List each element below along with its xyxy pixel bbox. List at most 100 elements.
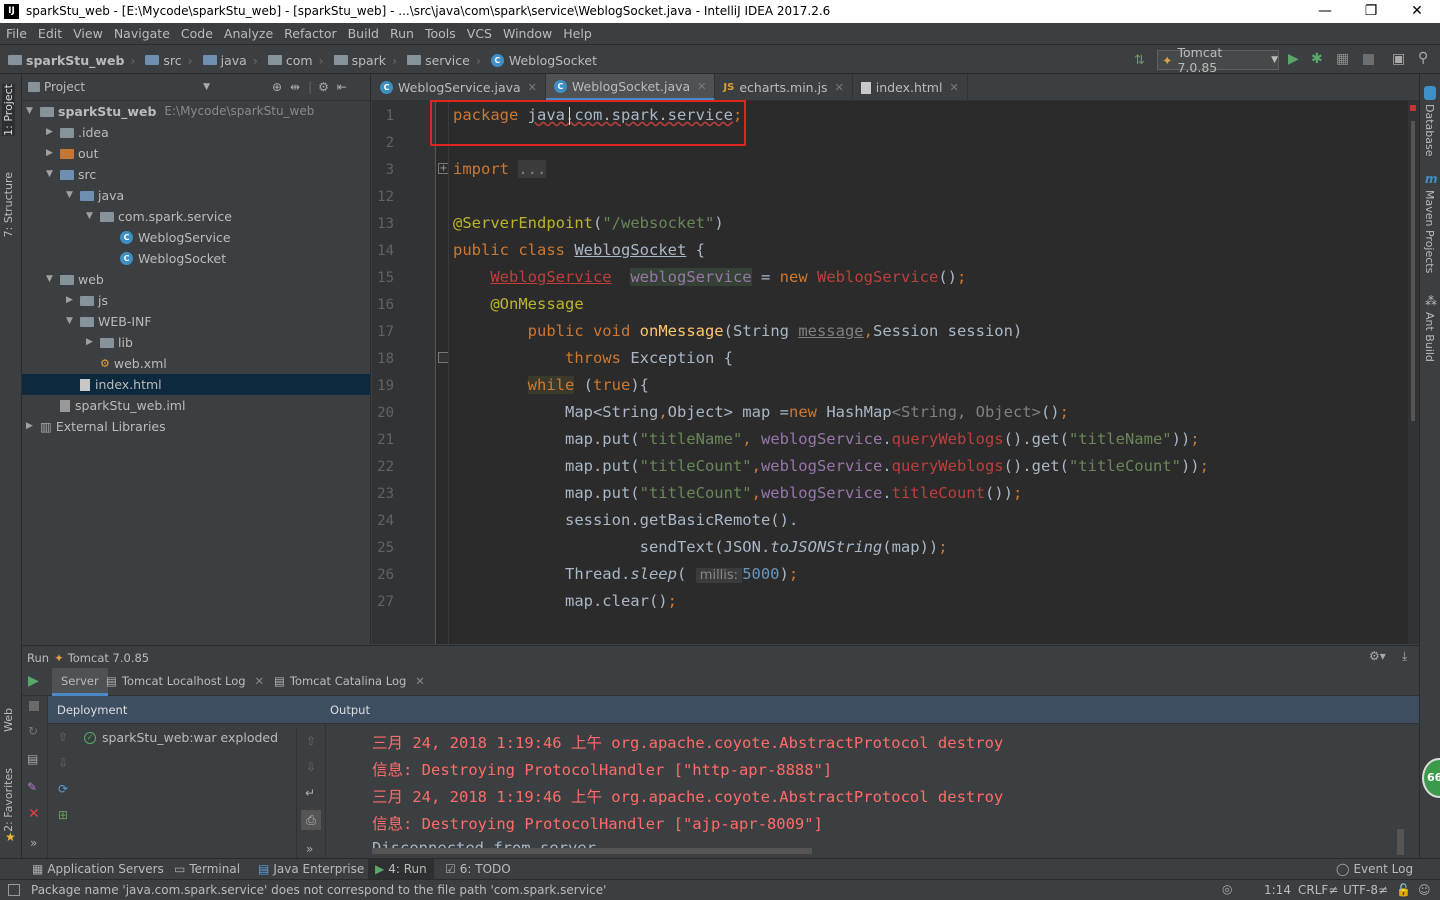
tree-item[interactable]: ▼ WEB-INF xyxy=(66,311,152,332)
breadcrumb-service[interactable]: service › xyxy=(403,46,487,74)
menu-analyze[interactable]: Analyze xyxy=(218,23,278,41)
expanded-arrow-icon[interactable]: ▼ xyxy=(46,269,60,290)
menu-run[interactable]: Run xyxy=(384,23,419,41)
deploy-all-icon[interactable]: ⊞ xyxy=(58,808,68,822)
menu-refactor[interactable]: Refactor xyxy=(278,23,341,41)
hide-panel-icon[interactable]: ⇤ xyxy=(337,80,347,94)
tree-item[interactable]: index.html xyxy=(22,374,370,395)
application-servers-tool[interactable]: ▦ Application Servers xyxy=(32,862,164,876)
project-structure-icon[interactable]: ▣ xyxy=(1392,51,1405,67)
breadcrumb-spark[interactable]: spark › xyxy=(330,46,404,74)
ant-build-tool-tab[interactable]: Ant Build xyxy=(1423,312,1436,362)
deploy-down-icon[interactable]: ⇩ xyxy=(58,756,68,770)
terminal-tool[interactable]: ▭ Terminal xyxy=(174,862,240,876)
scroll-down-icon[interactable]: ⇩ xyxy=(306,760,316,774)
menu-code[interactable]: Code xyxy=(175,23,218,41)
close-tab-icon[interactable]: ✕ xyxy=(949,81,958,94)
memory-badge[interactable]: 66 xyxy=(1422,758,1440,798)
java-enterprise-tool[interactable]: ▤ Java Enterprise xyxy=(258,862,364,876)
tree-item[interactable]: sparkStu_web.iml xyxy=(46,395,185,416)
redeploy-icon[interactable]: ⟳ xyxy=(58,782,68,796)
tab-weblogsocket[interactable]: C WeblogSocket.java ✕ xyxy=(545,74,716,101)
stop-icon[interactable] xyxy=(29,701,39,711)
tab-index-html[interactable]: index.html ✕ xyxy=(853,74,968,101)
expanded-arrow-icon[interactable]: ▼ xyxy=(26,101,40,122)
collapsed-arrow-icon[interactable]: ▶ xyxy=(46,122,60,143)
maven-tool-tab[interactable]: Maven Projects xyxy=(1423,190,1436,273)
maximize-button[interactable]: ❐ xyxy=(1348,1,1394,23)
menu-edit[interactable]: Edit xyxy=(32,23,67,41)
horizontal-scrollbar[interactable] xyxy=(372,848,812,854)
collapsed-arrow-icon[interactable]: ▶ xyxy=(86,332,100,353)
error-stripe[interactable] xyxy=(1408,101,1419,644)
gear-icon[interactable]: ⚙ xyxy=(318,80,329,94)
minimize-button[interactable]: — xyxy=(1302,1,1348,23)
layout-icon[interactable]: ▤ xyxy=(27,752,38,766)
project-tool-tab[interactable]: 1: Project xyxy=(2,84,15,136)
breadcrumb-com[interactable]: com › xyxy=(264,46,330,74)
tree-item[interactable]: ▼ web xyxy=(46,269,104,290)
lock-icon[interactable]: 🔓 xyxy=(1396,883,1411,897)
favorites-tool-tab[interactable]: 2: Favorites xyxy=(2,768,15,832)
tree-item[interactable]: ⚙ web.xml xyxy=(86,353,167,374)
tree-item[interactable]: ▶ js xyxy=(66,290,108,311)
event-log-tool[interactable]: ◯ Event Log xyxy=(1336,862,1413,876)
debug-config-icon[interactable]: ✎ xyxy=(27,780,37,794)
close-tab-icon[interactable]: ✕ xyxy=(697,80,706,93)
breadcrumb-project[interactable]: sparkStu_web › xyxy=(4,46,141,74)
close-tab-icon[interactable]: ✕ xyxy=(528,81,537,94)
tree-item[interactable]: ▼ src xyxy=(46,164,96,185)
print-icon[interactable]: ⎙ xyxy=(301,810,321,830)
collapsed-arrow-icon[interactable]: ▶ xyxy=(46,143,60,164)
breadcrumb-java[interactable]: java › xyxy=(199,46,264,74)
coverage-icon[interactable]: ▦ xyxy=(1336,51,1349,67)
tree-item[interactable]: ▼ sparkStu_web E:\Mycode\sparkStu_web xyxy=(26,101,314,122)
line-separator[interactable]: CRLF≠ xyxy=(1298,883,1338,897)
vcs-icon[interactable]: ⇅ xyxy=(1134,53,1145,68)
tree-item[interactable]: ▼ com.spark.service xyxy=(86,206,232,227)
menu-window[interactable]: Window xyxy=(497,23,557,41)
tab-echarts[interactable]: JS echarts.min.js ✕ xyxy=(715,74,853,101)
tree-item[interactable]: C WeblogService xyxy=(106,227,231,248)
expanded-arrow-icon[interactable]: ▼ xyxy=(46,164,60,185)
menu-vcs[interactable]: VCS xyxy=(461,23,497,41)
tree-item[interactable]: C WeblogSocket xyxy=(106,248,226,269)
project-panel-title[interactable]: Project xyxy=(44,80,85,94)
run-icon[interactable]: ▶ xyxy=(1288,51,1299,67)
breadcrumb-src[interactable]: src › xyxy=(141,46,198,74)
expanded-arrow-icon[interactable]: ▼ xyxy=(86,206,100,227)
todo-tool[interactable]: ☑ 6: TODO xyxy=(445,862,511,876)
close-run-icon[interactable]: ✕ xyxy=(28,806,40,822)
menu-view[interactable]: View xyxy=(67,23,108,41)
deployment-item[interactable]: ✓ sparkStu_web:war exploded xyxy=(84,730,278,745)
web-tool-tab[interactable]: Web xyxy=(2,708,15,732)
more-icon[interactable]: » xyxy=(306,842,313,856)
menu-help[interactable]: Help xyxy=(557,23,597,41)
gear-icon[interactable]: ⚙▾ xyxy=(1369,649,1386,663)
menu-build[interactable]: Build xyxy=(342,23,384,41)
menu-navigate[interactable]: Navigate xyxy=(108,23,175,41)
scrollbar-thumb[interactable] xyxy=(1411,121,1415,421)
debug-icon[interactable]: ✱ xyxy=(1311,51,1323,67)
tool-windows-icon[interactable] xyxy=(8,884,20,896)
hector-icon[interactable]: ☺ xyxy=(1418,883,1431,897)
inspection-icon[interactable]: ◎ xyxy=(1222,882,1232,896)
close-button[interactable]: ✕ xyxy=(1394,1,1440,23)
breadcrumb-weblogsocket[interactable]: C WeblogSocket xyxy=(487,46,603,74)
soft-wrap-icon[interactable]: ↵ xyxy=(305,786,315,800)
collapse-all-icon[interactable]: ⇹ xyxy=(290,80,300,94)
tab-weblogservice[interactable]: C WeblogService.java ✕ xyxy=(372,74,546,101)
collapsed-arrow-icon[interactable]: ▶ xyxy=(26,416,40,437)
collapsed-arrow-icon[interactable]: ▶ xyxy=(66,290,80,311)
tab-server[interactable]: Server xyxy=(52,668,108,696)
close-tab-icon[interactable]: ✕ xyxy=(835,81,844,94)
expanded-arrow-icon[interactable]: ▼ xyxy=(66,311,80,332)
locate-icon[interactable]: ⊕ xyxy=(272,80,282,94)
deploy-up-icon[interactable]: ⇧ xyxy=(58,730,68,744)
caret-position[interactable]: 1:14 xyxy=(1264,883,1291,897)
menu-file[interactable]: File xyxy=(0,23,32,41)
file-encoding[interactable]: UTF-8≠ xyxy=(1343,883,1388,897)
rerun-icon[interactable]: ▶ xyxy=(28,673,39,689)
vertical-scrollbar[interactable] xyxy=(1397,829,1404,855)
stop-icon[interactable] xyxy=(1363,54,1374,65)
